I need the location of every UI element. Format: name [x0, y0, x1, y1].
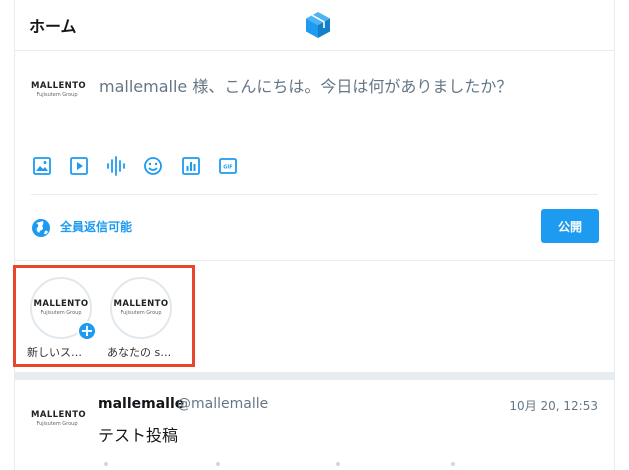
story-sub: Fujisutem Group: [40, 310, 82, 316]
story-sub: Fujisutem Group: [120, 310, 162, 316]
gif-icon[interactable]: GIF: [217, 155, 239, 177]
audio-wave-icon[interactable]: [105, 155, 127, 177]
globe-icon: [32, 219, 50, 237]
avatar-sub: Fujisutem Group: [36, 421, 78, 427]
add-story-icon[interactable]: +: [77, 321, 97, 341]
header: ホーム: [15, 0, 614, 51]
emoji-icon[interactable]: [142, 155, 164, 177]
story-brand: MALLENTO: [33, 299, 89, 309]
stories-tray: MALLENTO Fujisutem Group + 新しいス… MALLENT…: [13, 265, 195, 367]
avatar[interactable]: MALLENTO Fujisutem Group: [31, 410, 87, 440]
timeline-column: ホーム MALLENTO Fujisutem Group mallemalle …: [13, 0, 615, 470]
story-yours[interactable]: MALLENTO Fujisutem Group あなたの s…: [107, 277, 177, 363]
avatar: MALLENTO Fujisutem Group: [31, 81, 87, 111]
image-icon[interactable]: [31, 155, 53, 177]
poll-icon[interactable]: [180, 155, 202, 177]
svg-text:GIF: GIF: [223, 165, 232, 171]
story-new[interactable]: MALLENTO Fujisutem Group + 新しいス…: [27, 277, 97, 363]
avatar-brand: MALLENTO: [31, 81, 87, 91]
story-label: 新しいス…: [27, 346, 82, 359]
story-label: あなたの s…: [107, 346, 172, 359]
composer-divider: [31, 194, 598, 195]
publish-button[interactable]: 公開: [541, 209, 599, 243]
post-body: テスト投稿: [98, 426, 179, 445]
post-item[interactable]: MALLENTO Fujisutem Group mallemalle @mal…: [15, 380, 614, 470]
story-brand: MALLENTO: [113, 299, 169, 309]
post-timestamp[interactable]: 10月 20, 12:53: [509, 397, 598, 414]
compose-input[interactable]: mallemalle 様、こんにちは。今日は何がありましたか？: [99, 73, 512, 97]
reply-setting-label: 全員返信可能: [60, 220, 133, 234]
story-avatar: MALLENTO Fujisutem Group: [110, 277, 172, 339]
cube-icon[interactable]: [303, 10, 333, 40]
section-separator: [15, 372, 614, 380]
avatar-sub: Fujisutem Group: [36, 92, 78, 98]
avatar-brand: MALLENTO: [31, 410, 87, 420]
post-handle[interactable]: @mallemalle: [177, 396, 268, 412]
composer: MALLENTO Fujisutem Group mallemalle 様、こん…: [15, 51, 614, 261]
post-actions-partial: [104, 462, 455, 466]
video-icon[interactable]: [68, 155, 90, 177]
page-title: ホーム: [29, 17, 77, 36]
post-display-name[interactable]: mallemalle: [98, 396, 184, 412]
